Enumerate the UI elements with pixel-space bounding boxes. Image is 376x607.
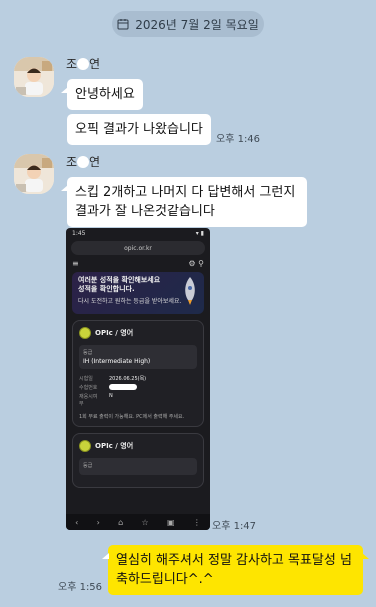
- message-text-line: 열심히 해주셔서 정말 감사하고 목표달성 넘: [116, 553, 352, 568]
- message-text-line: 축하드립니다^.^: [116, 572, 214, 587]
- hamburger-icon: ≡: [72, 258, 79, 268]
- back-icon: ‹: [75, 517, 79, 527]
- date-divider-text: 2026년 7월 2일 목요일: [135, 17, 259, 32]
- score-card-2: OPIc / 영어 등급: [72, 433, 204, 488]
- browser-url-bar: opic.or.kr: [71, 241, 205, 255]
- message-time: 오후 1:56: [58, 582, 103, 593]
- site-menu: ≡ ⚙ ⚲: [66, 256, 210, 270]
- avatar[interactable]: [14, 57, 54, 97]
- message-bubble[interactable]: 안녕하세요: [61, 79, 143, 110]
- sender-name: 조연: [66, 155, 101, 169]
- score-card: OPIc / 영어 등급 IH (Intermediate High) 시험일 2…: [72, 320, 204, 427]
- more-icon: ⋮: [192, 517, 201, 527]
- name-redaction: [77, 58, 90, 70]
- home-icon: ⌂: [118, 517, 124, 527]
- redaction-mark: [109, 384, 137, 390]
- message-time: 오후 1:47: [212, 521, 257, 532]
- message-bubble[interactable]: 스킵 2개하고 나머지 다 답변해서 그런지 결과가 잘 나온것같습니다: [61, 177, 307, 227]
- browser-nav-bar: ‹ › ⌂ ☆ ▣ ⋮: [66, 514, 210, 530]
- tabs-icon: ▣: [166, 517, 175, 527]
- my-message-bubble[interactable]: 열심히 해주셔서 정말 감사하고 목표달성 넘 축하드립니다^.^: [102, 545, 369, 595]
- star-icon: ☆: [141, 517, 149, 527]
- message-text: 안녕하세요: [75, 87, 135, 102]
- medal-icon: [79, 440, 91, 452]
- phone-status-bar: 1:45 ▾ ▮: [72, 230, 204, 237]
- avatar-photo: [14, 57, 54, 97]
- user-icon: ⚙ ⚲: [188, 258, 204, 268]
- message-text: 오픽 결과가 나왔습니다: [75, 122, 203, 137]
- message-bubble[interactable]: 오픽 결과가 나왔습니다: [67, 114, 211, 145]
- forward-icon: ›: [96, 517, 100, 527]
- date-divider: 2026년 7월 2일 목요일: [112, 11, 264, 37]
- avatar-photo: [14, 154, 54, 194]
- image-attachment[interactable]: 1:45 ▾ ▮ opic.or.kr ≡ ⚙ ⚲ 여러분 성적을 확인해보세요 성…: [66, 228, 210, 530]
- message-text-line: 결과가 잘 나온것같습니다: [75, 204, 215, 219]
- sender-name: 조연: [66, 57, 101, 71]
- message-text-line: 스킵 2개하고 나머지 다 답변해서 그런지: [75, 185, 296, 200]
- medal-icon: [79, 327, 91, 339]
- calendar-icon: [117, 19, 129, 30]
- result-banner: 여러분 성적을 확인해보세요 성적을 확인합니다. 다시 도전하고 원하는 등급…: [72, 272, 204, 314]
- message-time: 오후 1:46: [216, 134, 261, 145]
- rocket-icon: [185, 277, 195, 305]
- name-redaction: [77, 156, 90, 168]
- avatar[interactable]: [14, 154, 54, 194]
